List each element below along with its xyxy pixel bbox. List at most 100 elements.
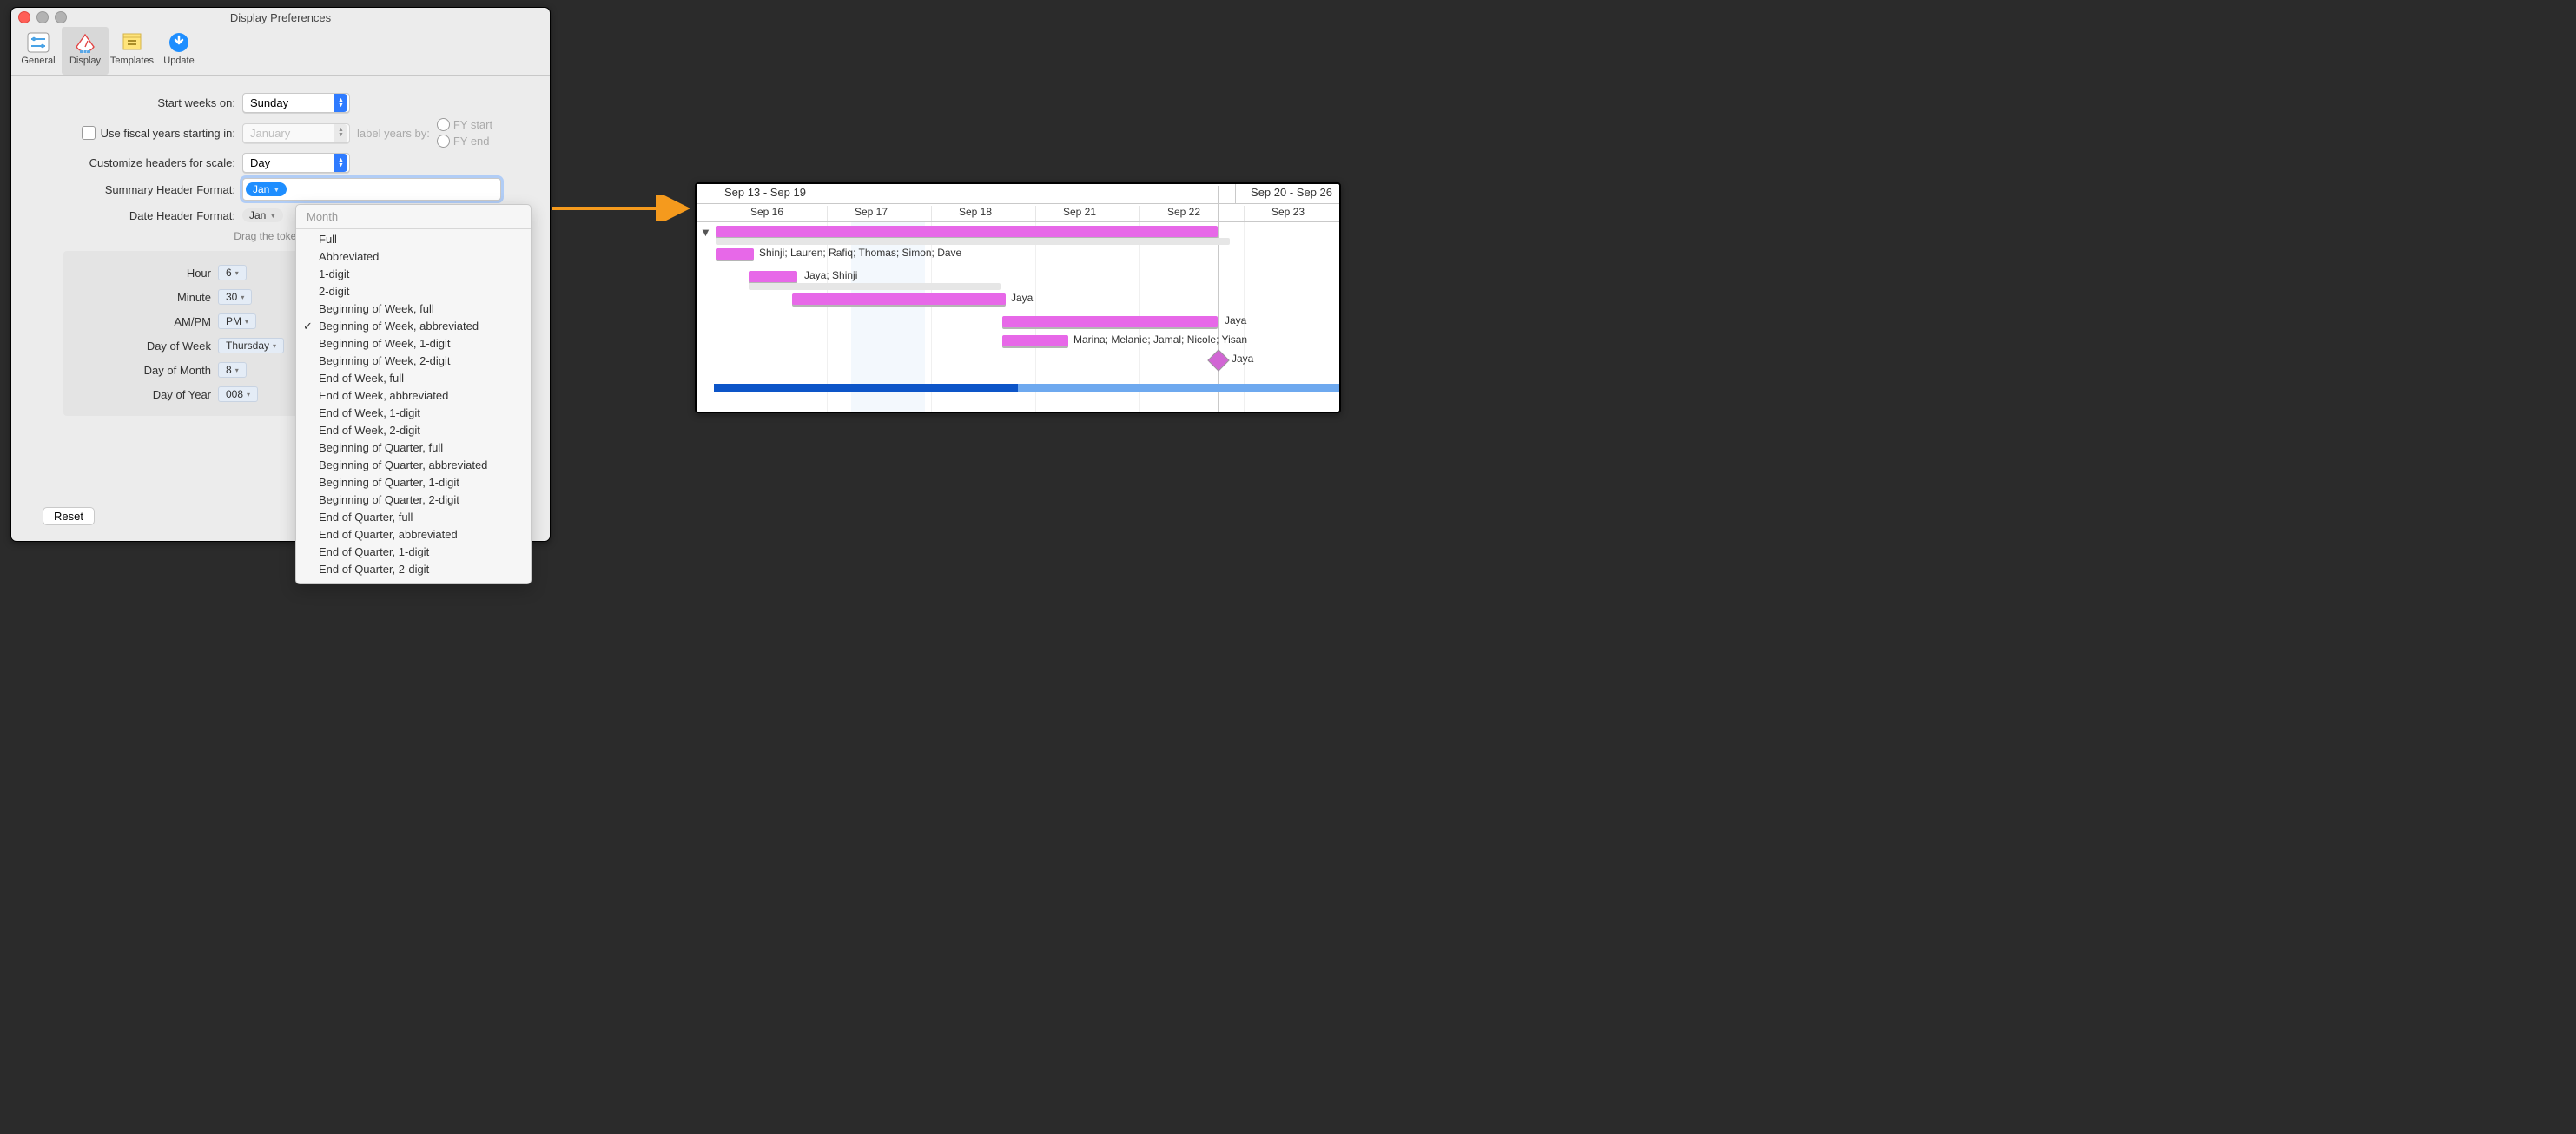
- menu-item[interactable]: Beginning of Week, full: [296, 300, 531, 318]
- dom-label: Day of Month: [63, 364, 218, 377]
- tab-display-label: Display: [62, 56, 109, 66]
- day-cell: Sep 16: [723, 206, 810, 221]
- menu-item[interactable]: Beginning of Quarter, abbreviated: [296, 457, 531, 474]
- date-token-jan[interactable]: Jan ▼: [242, 208, 283, 222]
- fy-start-radio[interactable]: [437, 118, 450, 131]
- tab-templates[interactable]: Templates: [109, 27, 155, 75]
- chevron-down-icon: ▼: [269, 212, 276, 220]
- menu-item[interactable]: Beginning of Week, 2-digit: [296, 353, 531, 370]
- menu-item[interactable]: Beginning of Week, abbreviated: [296, 318, 531, 335]
- day-cell: Sep 23: [1244, 206, 1331, 221]
- fiscal-years-label: Use fiscal years starting in:: [101, 127, 235, 140]
- label-years-by: label years by:: [357, 127, 430, 140]
- chevron-down-icon: ▼: [273, 186, 280, 194]
- customize-headers-label: Customize headers for scale:: [11, 156, 242, 169]
- task-bar[interactable]: [1002, 316, 1218, 327]
- task-label: Jaya: [1225, 314, 1246, 326]
- group-disclosure-icon[interactable]: ▼: [700, 226, 711, 239]
- svg-text:17: 17: [83, 50, 88, 56]
- doy-label: Day of Year: [63, 388, 218, 401]
- task-bar[interactable]: [792, 293, 1006, 305]
- display-icon: 17: [72, 30, 98, 55]
- dom-chip[interactable]: 8▾: [218, 362, 247, 378]
- gantt-preview: Sep 13 - Sep 19 Sep 20 - Sep 26 Sep 16 S…: [695, 182, 1341, 413]
- fy-end-radio[interactable]: [437, 135, 450, 148]
- task-label: Shinji; Lauren; Rafiq; Thomas; Simon; Da…: [759, 247, 961, 259]
- menu-item[interactable]: 2-digit: [296, 283, 531, 300]
- task-label: Jaya: [1232, 353, 1253, 365]
- hour-chip[interactable]: 6▾: [218, 265, 247, 280]
- task-bar[interactable]: [716, 248, 754, 260]
- menu-item[interactable]: End of Week, 2-digit: [296, 422, 531, 439]
- day-cell: Sep 21: [1035, 206, 1123, 221]
- ampm-chip[interactable]: PM▾: [218, 313, 256, 329]
- day-cell: Sep 18: [931, 206, 1019, 221]
- summary-cell: Sep 13 - Sep 19: [724, 186, 806, 199]
- gantt-day-header: Sep 16 Sep 17 Sep 18 Sep 21 Sep 22 Sep 2…: [697, 204, 1339, 222]
- menu-item[interactable]: End of Quarter, abbreviated: [296, 526, 531, 544]
- task-label: Jaya; Shinji: [804, 269, 857, 281]
- task-label: Marina; Melanie; Jamal; Nicole; Yisan: [1073, 333, 1247, 346]
- menu-item[interactable]: Beginning of Week, 1-digit: [296, 335, 531, 353]
- tab-templates-label: Templates: [109, 56, 155, 66]
- menu-item[interactable]: End of Week, 1-digit: [296, 405, 531, 422]
- customize-scale-value: Day: [250, 156, 270, 169]
- tab-general-label: General: [15, 56, 62, 66]
- menu-item[interactable]: End of Quarter, 2-digit: [296, 561, 531, 578]
- gantt-summary-header: Sep 13 - Sep 19 Sep 20 - Sep 26: [697, 184, 1339, 204]
- task-bar[interactable]: [716, 226, 1218, 237]
- arrow-icon: [552, 195, 700, 221]
- sliders-icon: [25, 30, 51, 55]
- window-title: Display Preferences: [11, 11, 550, 24]
- fy-end-label: FY end: [453, 135, 490, 148]
- tab-display[interactable]: 17 Display: [62, 27, 109, 75]
- menu-item[interactable]: End of Quarter, 1-digit: [296, 544, 531, 561]
- minute-chip[interactable]: 30▾: [218, 289, 252, 305]
- fiscal-month-select[interactable]: January ▲▼: [242, 123, 350, 143]
- menu-item[interactable]: Beginning of Quarter, 2-digit: [296, 491, 531, 509]
- menu-item[interactable]: Beginning of Quarter, 1-digit: [296, 474, 531, 491]
- reset-button[interactable]: Reset: [43, 507, 95, 525]
- fy-start-label: FY start: [453, 118, 492, 131]
- task-label: Jaya: [1011, 292, 1033, 304]
- summary-cell: Sep 20 - Sep 26: [1251, 186, 1332, 199]
- start-weeks-value: Sunday: [250, 96, 288, 109]
- ampm-label: AM/PM: [63, 315, 218, 328]
- menu-item[interactable]: End of Week, abbreviated: [296, 387, 531, 405]
- customize-scale-select[interactable]: Day ▲▼: [242, 153, 350, 173]
- date-header-label: Date Header Format:: [11, 209, 242, 222]
- tab-update[interactable]: Update: [155, 27, 202, 75]
- hour-label: Hour: [63, 267, 218, 280]
- start-weeks-label: Start weeks on:: [11, 96, 242, 109]
- summary-header-field[interactable]: Jan ▼: [242, 178, 501, 201]
- day-cell: Sep 17: [827, 206, 915, 221]
- tab-update-label: Update: [155, 56, 202, 66]
- download-icon: [166, 30, 192, 55]
- menu-item[interactable]: End of Week, full: [296, 370, 531, 387]
- menu-item[interactable]: 1-digit: [296, 266, 531, 283]
- milestone-icon[interactable]: [1207, 349, 1229, 371]
- menu-item[interactable]: Beginning of Quarter, full: [296, 439, 531, 457]
- day-cell: Sep 22: [1139, 206, 1227, 221]
- doy-chip[interactable]: 008▾: [218, 386, 258, 402]
- menu-item[interactable]: End of Quarter, full: [296, 509, 531, 526]
- titlebar: Display Preferences: [11, 8, 550, 27]
- fiscal-years-checkbox[interactable]: [82, 126, 96, 140]
- menu-item[interactable]: Abbreviated: [296, 248, 531, 266]
- dow-chip[interactable]: Thursday▾: [218, 338, 284, 353]
- tab-general[interactable]: General: [15, 27, 62, 75]
- toolbar: General 17 Display Templates: [11, 27, 550, 76]
- month-format-menu: Month FullAbbreviated1-digit2-digitBegin…: [295, 204, 532, 584]
- minute-label: Minute: [63, 291, 218, 304]
- summary-token-jan[interactable]: Jan ▼: [246, 182, 287, 196]
- summary-header-label: Summary Header Format:: [11, 183, 242, 196]
- task-bar[interactable]: [749, 271, 797, 282]
- menu-item[interactable]: Full: [296, 231, 531, 248]
- gantt-body: ▼ Shinji; Lauren; Rafiq; Thomas; Simon; …: [697, 222, 1339, 413]
- progress-fill: [714, 384, 1018, 392]
- menu-title: Month: [296, 208, 531, 227]
- start-weeks-select[interactable]: Sunday ▲▼: [242, 93, 350, 113]
- dow-label: Day of Week: [63, 340, 218, 353]
- templates-icon: [119, 30, 145, 55]
- task-bar[interactable]: [1002, 335, 1068, 346]
